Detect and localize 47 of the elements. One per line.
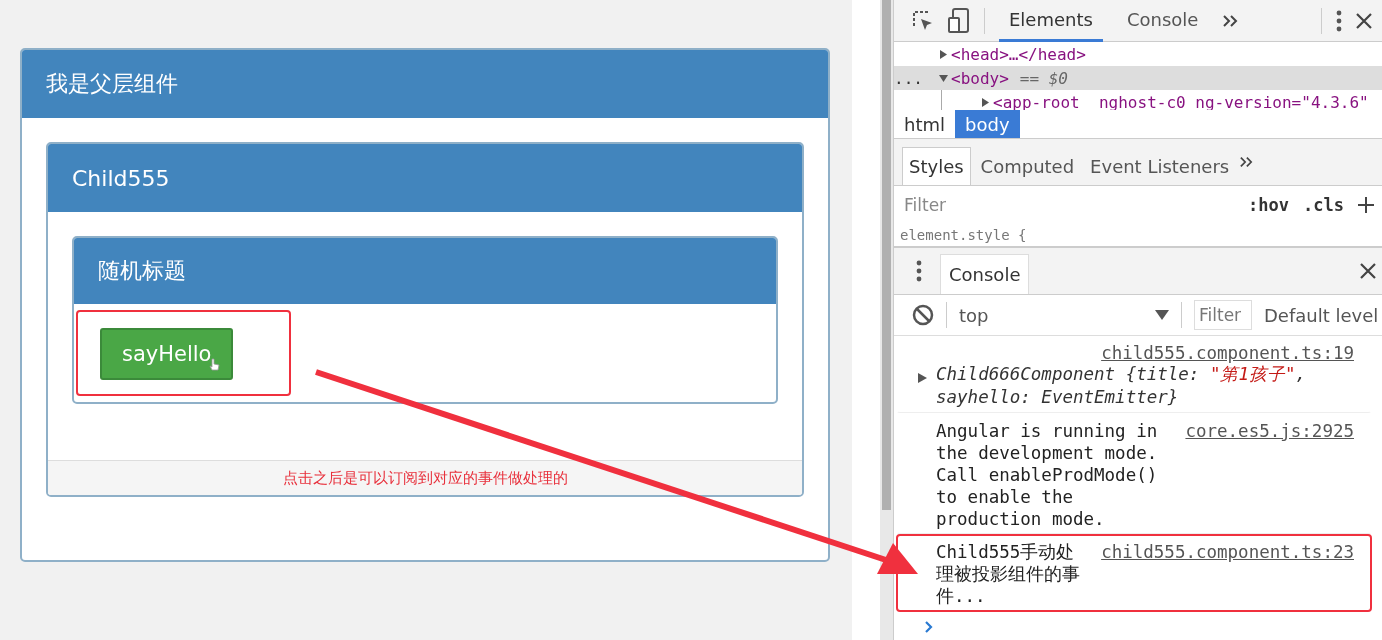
log-message: Angular is running in the development mode. Call enableProdMode() to enable the production mode. — [936, 420, 1159, 530]
source-link[interactable]: child555.component.ts:23 — [1101, 541, 1354, 563]
plus-icon[interactable] — [1358, 197, 1374, 213]
selected-marker: == $0 — [1019, 68, 1068, 88]
expand-triangle-icon[interactable] — [918, 373, 927, 383]
breadcrumb[interactable]: html — [894, 110, 955, 138]
clear-console-icon[interactable] — [912, 304, 934, 326]
panel-title: Child555 — [72, 165, 170, 191]
row-ellipsis[interactable]: ... — [894, 68, 920, 88]
inspect-icon[interactable] — [912, 9, 934, 32]
hover-state-button[interactable]: :hov — [1248, 195, 1290, 215]
context-select[interactable]: top — [959, 304, 1169, 326]
expand-triangle-icon[interactable] — [939, 73, 948, 83]
styles-tab[interactable]: Event Listeners — [1084, 147, 1236, 185]
class-button[interactable]: .cls — [1303, 195, 1344, 215]
devtools-tab[interactable]: Console — [1116, 0, 1209, 42]
expand-triangle-icon[interactable] — [939, 49, 948, 59]
menu-icon[interactable] — [916, 260, 922, 282]
log-levels-select[interactable]: Default level — [1264, 304, 1379, 326]
menu-icon[interactable] — [1336, 9, 1342, 32]
object-preview[interactable]: Child666Component {title: "第1孩子", sayhello: EventEmitter} — [936, 363, 1354, 409]
cursor-icon — [209, 358, 222, 372]
more-tabs-icon[interactable] — [1222, 13, 1239, 28]
device-icon[interactable] — [948, 7, 970, 34]
styles-filter-field[interactable]: Filter — [902, 194, 1235, 216]
log-message: Child555手动处理被投影组件的事件... — [936, 541, 1081, 607]
console-filter-field[interactable]: Filter — [1194, 300, 1252, 330]
drawer-tab[interactable]: Console — [940, 254, 1030, 294]
styles-tab[interactable]: Styles — [902, 147, 971, 185]
caret-icon — [1155, 310, 1169, 320]
dom-node[interactable]: <body> — [951, 68, 1009, 88]
more-tabs-icon[interactable] — [1239, 156, 1254, 168]
dom-node[interactable]: <head>…</head> — [951, 44, 1086, 64]
panel-title: 我是父层组件 — [46, 70, 178, 98]
close-icon[interactable] — [1360, 263, 1376, 279]
expand-triangle-icon[interactable] — [981, 97, 990, 107]
breadcrumb[interactable]: body — [955, 110, 1020, 138]
styles-tab[interactable]: Computed — [974, 147, 1081, 185]
footer-note: 点击之后是可以订阅到对应的事件做处理的 — [282, 468, 568, 488]
close-icon[interactable] — [1356, 12, 1372, 29]
style-rule: element.style { — [900, 227, 1027, 243]
prompt-icon[interactable] — [924, 620, 934, 634]
panel-title: 随机标题 — [98, 257, 186, 285]
scrollbar[interactable] — [880, 0, 893, 640]
source-link[interactable]: core.es5.js:2925 — [1185, 420, 1354, 442]
devtools-tab[interactable]: Elements — [999, 0, 1103, 42]
source-link[interactable]: child555.component.ts:19 — [1101, 343, 1354, 363]
